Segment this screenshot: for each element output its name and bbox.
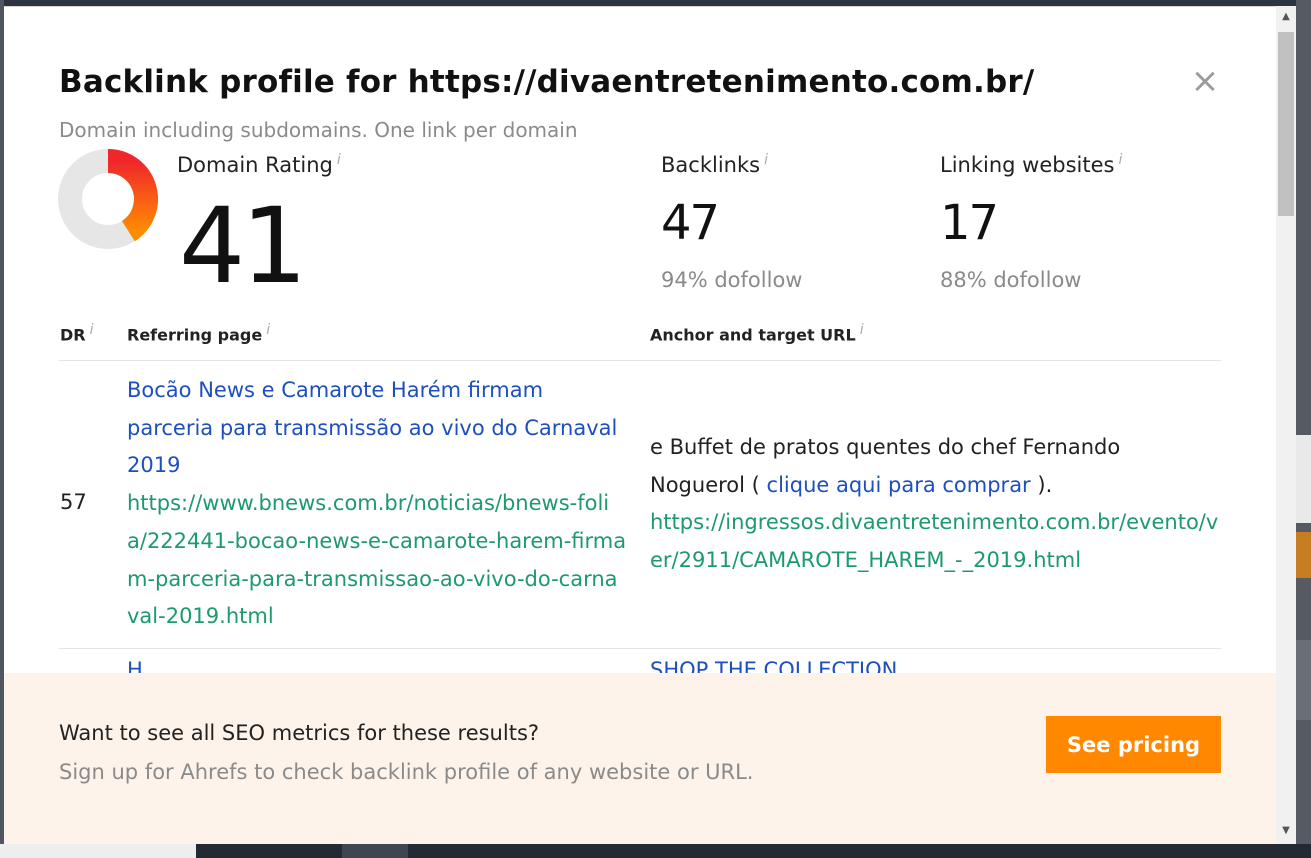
target-url-link[interactable]: https://ingressos.divaentretenimento.com… bbox=[650, 504, 1220, 579]
info-icon[interactable]: i bbox=[90, 322, 94, 338]
referring-page-url-link[interactable]: https://www.bnews.com.br/noticias/bnews-… bbox=[127, 485, 627, 636]
linking-websites-label: Linking websites i bbox=[940, 152, 1123, 177]
referring-page-title-link[interactable]: Bocão News e Camarote Harém firmam parce… bbox=[127, 372, 627, 485]
domain-rating-donut bbox=[58, 149, 158, 249]
info-icon[interactable]: i bbox=[337, 152, 341, 168]
info-icon[interactable]: i bbox=[1118, 152, 1122, 168]
column-header-anchor: Anchor and target URL i bbox=[650, 322, 864, 345]
domain-rating-value: 41 bbox=[179, 185, 307, 307]
column-header-referring-page: Referring page i bbox=[127, 322, 271, 345]
modal-scrollbar[interactable]: ▲ ▼ bbox=[1276, 6, 1296, 844]
backlinks-dofollow: 94% dofollow bbox=[661, 268, 803, 292]
signup-cta-panel: Want to see all SEO metrics for these re… bbox=[4, 673, 1276, 844]
backlinks-label: Backlinks i bbox=[661, 152, 768, 177]
column-header-dr: DR i bbox=[60, 322, 94, 345]
anchor-link[interactable]: clique aqui para comprar bbox=[767, 473, 1031, 497]
see-pricing-button[interactable]: See pricing bbox=[1046, 716, 1221, 773]
info-icon[interactable]: i bbox=[764, 152, 768, 168]
background-page-right-edge bbox=[1296, 0, 1311, 858]
scroll-down-arrow-icon[interactable]: ▼ bbox=[1276, 824, 1296, 838]
scroll-up-arrow-icon[interactable]: ▲ bbox=[1276, 10, 1296, 24]
table-divider bbox=[59, 648, 1221, 649]
donut-value-arc bbox=[107, 149, 158, 242]
anchor-text: e Buffet de pratos quentes do chef Ferna… bbox=[650, 435, 1121, 497]
cta-subtitle: Sign up for Ahrefs to check backlink pro… bbox=[59, 760, 754, 784]
taskbar bbox=[0, 844, 1311, 858]
table-divider bbox=[59, 360, 1221, 361]
backlinks-value: 47 bbox=[661, 195, 720, 251]
backlink-profile-modal: Backlink profile for https://divaentrete… bbox=[4, 6, 1276, 844]
modal-subtitle: Domain including subdomains. One link pe… bbox=[59, 118, 578, 142]
anchor-cell: e Buffet de pratos quentes do chef Ferna… bbox=[650, 429, 1220, 580]
close-icon[interactable]: × bbox=[1190, 64, 1220, 98]
linking-websites-dofollow: 88% dofollow bbox=[940, 268, 1082, 292]
row-dr-value: 57 bbox=[60, 490, 87, 514]
scrollbar-thumb[interactable] bbox=[1278, 32, 1294, 216]
referring-page-cell: Bocão News e Camarote Harém firmam parce… bbox=[127, 372, 627, 636]
info-icon[interactable]: i bbox=[266, 322, 270, 338]
info-icon[interactable]: i bbox=[860, 322, 864, 338]
linking-websites-value: 17 bbox=[940, 195, 999, 251]
modal-title: Backlink profile for https://divaentrete… bbox=[59, 64, 1035, 100]
domain-rating-label: Domain Rating i bbox=[177, 152, 341, 177]
cta-title: Want to see all SEO metrics for these re… bbox=[59, 721, 540, 745]
